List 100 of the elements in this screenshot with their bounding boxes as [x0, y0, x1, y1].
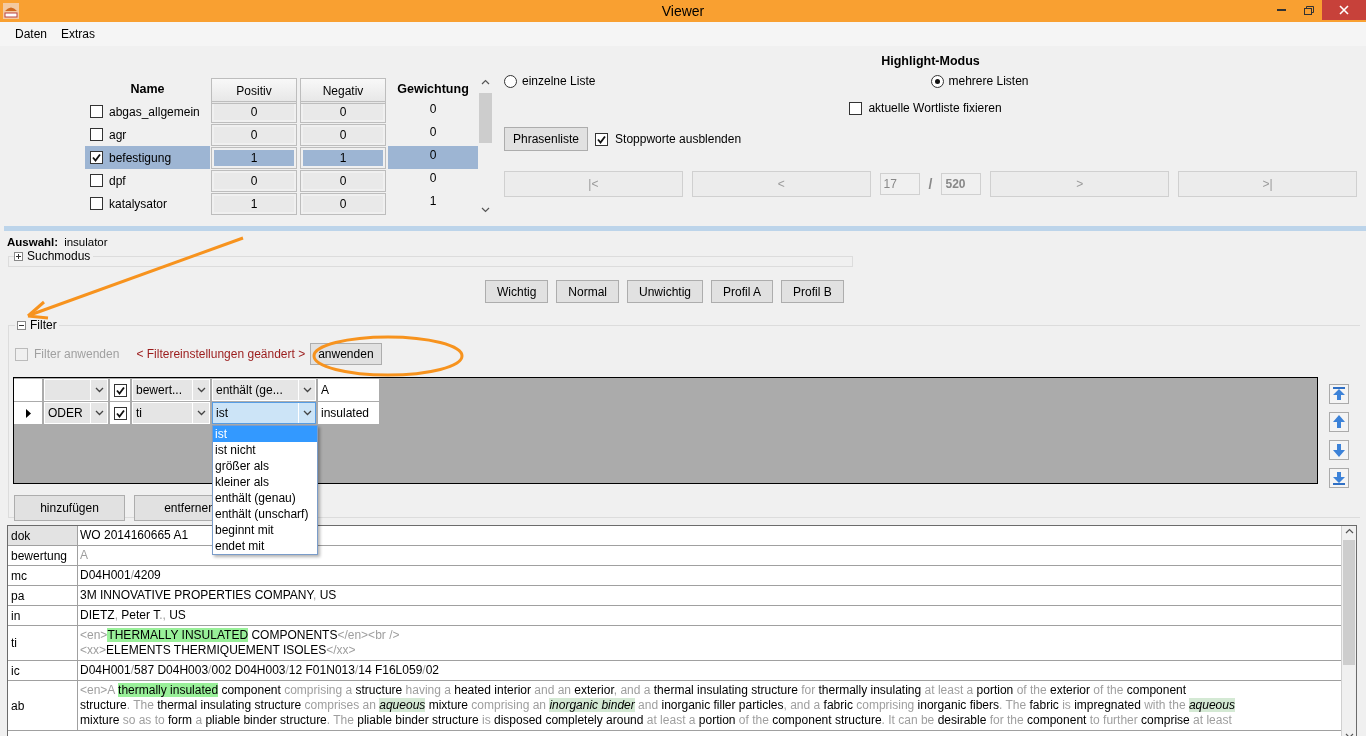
menu-item[interactable]: Daten — [8, 27, 55, 41]
checkbox-label: Filter anwenden — [34, 347, 120, 361]
column-header[interactable]: Positiv — [211, 78, 297, 104]
list-row[interactable]: abgas_allgemein — [85, 100, 210, 123]
dropdown[interactable]: ti — [132, 402, 210, 424]
dropdown[interactable]: enthält (ge... — [212, 379, 316, 401]
table-cell: <en>A thermally insulated component comprising a structure having a heated interior and an exterior, and a thermal insulating structure for thermally insulating at least a portion of the exterior of the component structure. The thermal insulating structure comprises an aqueous mixture comprising an inorganic binder and inorganic filler particles, and a fabric comprising inorganic fibers. The fabric is impregnated with the aqueous mixture so as to form a pliable binder structure. The pliable binder structure is disposed completely around at least a portion of the component structure. It can be desirable for the component to further comprise at least — [78, 681, 1341, 731]
radio-button[interactable] — [504, 74, 517, 88]
count-field[interactable]: 0 — [300, 101, 386, 123]
list-row[interactable]: katalysator — [85, 192, 210, 215]
move-up-icon[interactable] — [1329, 412, 1349, 432]
checkbox[interactable] — [90, 105, 103, 118]
menu-item[interactable]: Extras — [54, 27, 103, 41]
list-name[interactable]: dpf — [109, 173, 126, 188]
checkbox[interactable] — [90, 151, 103, 164]
checkbox[interactable] — [113, 406, 127, 420]
profile-button[interactable]: Wichtig — [485, 280, 549, 303]
profile-button[interactable]: Profil B — [781, 280, 844, 303]
checkbox[interactable] — [595, 132, 609, 146]
weight-cell-text: 0 — [428, 101, 438, 118]
list-name[interactable]: abgas_allgemein — [109, 104, 200, 119]
minimize-icon — [1277, 9, 1286, 11]
field-label: pa — [8, 586, 78, 606]
radio-label: mehrere Listen — [948, 74, 1029, 88]
move-down-icon[interactable] — [1329, 440, 1349, 460]
checkbox-label: aktuelle Wortliste fixieren — [868, 101, 1002, 115]
window-title: Viewer — [661, 3, 705, 19]
close-icon — [1339, 5, 1349, 15]
profile-button[interactable]: Profil A — [711, 280, 774, 303]
value-field[interactable]: A — [318, 379, 379, 401]
count-field[interactable]: 1 — [211, 193, 297, 215]
checkbox[interactable] — [849, 101, 863, 115]
close-button[interactable] — [1322, 0, 1366, 20]
scroll-up-icon — [1344, 528, 1354, 534]
list-row[interactable]: befestigung — [85, 146, 210, 169]
count-field[interactable]: 0 — [300, 124, 386, 146]
move-top-icon[interactable] — [1329, 384, 1349, 404]
column-header[interactable]: Negativ — [300, 78, 386, 104]
selection-value: insulator — [64, 236, 108, 248]
group-title: Suchmodus — [27, 250, 91, 263]
dropdown-icon — [302, 387, 312, 393]
scrollbar[interactable] — [1341, 526, 1356, 736]
column-header: Name — [129, 80, 166, 98]
field-label: ti — [8, 626, 78, 661]
group-title: Filter — [30, 318, 57, 332]
count-field[interactable]: 0 — [211, 124, 297, 146]
dropdown-option[interactable]: beginnt mit — [213, 522, 317, 538]
count-field[interactable]: 0 — [300, 193, 386, 215]
dropdown-icon — [302, 410, 312, 416]
dropdown-option[interactable]: größer als — [213, 458, 317, 474]
checkbox[interactable] — [90, 128, 103, 141]
expand-icon[interactable] — [14, 252, 23, 261]
list-name[interactable]: katalysator — [109, 196, 168, 211]
row-pointer-icon — [25, 408, 31, 418]
dropdown-icon — [196, 387, 206, 393]
phrase-list-button[interactable]: Phrasenliste — [504, 127, 589, 151]
field-label: ab — [8, 681, 78, 731]
count-field[interactable]: 0 — [300, 170, 386, 192]
checkbox[interactable] — [113, 383, 127, 397]
profile-button[interactable]: Normal — [556, 280, 619, 303]
count-field[interactable]: 1 — [211, 147, 297, 169]
dropdown[interactable]: bewert... — [132, 379, 210, 401]
selection-label: Auswahl: — [7, 236, 59, 248]
radio-button[interactable] — [930, 74, 944, 88]
section-title: Highlight-Modus — [880, 54, 981, 68]
table-cell: DIETZ, Peter T., US — [78, 606, 1341, 626]
list-row[interactable]: dpf — [85, 169, 210, 192]
dropdown[interactable]: ODER — [44, 402, 108, 424]
apply-button[interactable]: anwenden — [310, 343, 382, 365]
table-cell: D04H001/4209 — [78, 566, 1341, 586]
scroll-up-icon — [481, 79, 490, 85]
app-icon — [3, 3, 19, 19]
field-label: dok — [8, 526, 78, 546]
add-button[interactable]: hinzufügen — [14, 495, 125, 521]
weight-cell-text: 1 — [428, 193, 438, 210]
list-name[interactable]: befestigung — [109, 150, 172, 165]
dropdown-option[interactable]: kleiner als — [213, 474, 317, 490]
profile-button[interactable]: Unwichtig — [627, 280, 704, 303]
dropdown-option[interactable]: ist nicht — [213, 442, 317, 458]
page-count-field: 520 — [941, 173, 982, 195]
dropdown-icon — [94, 410, 104, 416]
count-field[interactable]: 1 — [300, 147, 386, 169]
field-label: bewertung — [8, 546, 78, 566]
move-bottom-icon[interactable] — [1329, 468, 1349, 488]
page-separator: / — [928, 176, 933, 192]
collapse-icon[interactable] — [17, 320, 26, 330]
checkbox[interactable] — [90, 174, 103, 187]
dropdown-icon — [94, 387, 104, 393]
restore-icon — [1303, 5, 1314, 15]
status-message: < Filtereinstellungen geändert > — [136, 347, 306, 361]
list-name[interactable]: agr — [109, 127, 127, 142]
value-field[interactable]: insulated — [318, 402, 379, 424]
count-field[interactable]: 0 — [211, 170, 297, 192]
field-label: in — [8, 606, 78, 626]
count-field[interactable]: 0 — [211, 101, 297, 123]
checkbox[interactable] — [90, 197, 103, 210]
row-header[interactable] — [14, 402, 42, 424]
weight-cell-text: 0 — [428, 124, 438, 141]
weight-cell-text: 0 — [428, 170, 438, 187]
list-row[interactable]: agr — [85, 123, 210, 146]
